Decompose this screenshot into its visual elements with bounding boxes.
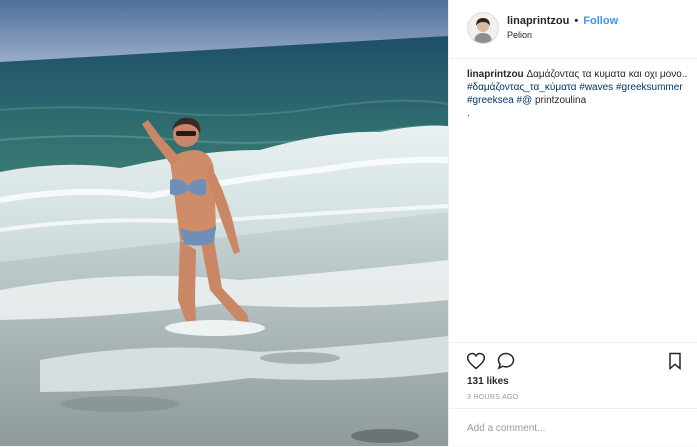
comment-input[interactable] bbox=[467, 419, 677, 437]
hashtag-link[interactable]: #waves bbox=[579, 82, 613, 93]
heart-icon[interactable] bbox=[466, 351, 486, 371]
separator-dot: • bbox=[574, 15, 579, 27]
post-caption: linaprintzou Δαμάζοντας τα κυματα και οχ… bbox=[467, 68, 689, 120]
instagram-post: linaprintzou • Follow Pelion linaprintzo… bbox=[0, 0, 697, 446]
post-location[interactable]: Pelion bbox=[507, 30, 532, 40]
caption-trailing: . bbox=[467, 108, 470, 119]
hashtag-link[interactable]: #greeksea bbox=[467, 95, 514, 106]
post-actions bbox=[449, 342, 697, 377]
post-timestamp: 3 HOURS AGO bbox=[467, 394, 519, 401]
comment-bubble-icon[interactable] bbox=[496, 351, 516, 371]
beach-photo-illustration bbox=[0, 0, 448, 446]
likes-count[interactable]: 131 likes bbox=[467, 376, 509, 387]
header-username-row: linaprintzou • Follow bbox=[507, 15, 618, 27]
caption-username[interactable]: linaprintzou bbox=[467, 69, 524, 80]
avatar-portrait bbox=[468, 13, 498, 43]
post-header: linaprintzou • Follow Pelion bbox=[449, 0, 697, 59]
comment-bar bbox=[449, 408, 697, 447]
caption-text: Δαμάζοντας τα κυματα και οχι μονο.. bbox=[526, 69, 688, 80]
post-photo[interactable] bbox=[0, 0, 448, 446]
mention-text: printzoulina bbox=[534, 95, 587, 106]
post-username[interactable]: linaprintzou bbox=[507, 15, 569, 27]
mention-prefix[interactable]: #@ bbox=[516, 95, 532, 106]
avatar[interactable] bbox=[467, 12, 499, 44]
hashtag-link[interactable]: #δαμάζοντας_τα_κύματα bbox=[467, 82, 576, 93]
post-sidebar: linaprintzou • Follow Pelion linaprintzo… bbox=[448, 0, 697, 446]
hashtag-link[interactable]: #greeksummer bbox=[616, 82, 683, 93]
bookmark-icon[interactable] bbox=[665, 351, 685, 371]
follow-button[interactable]: Follow bbox=[583, 15, 618, 27]
